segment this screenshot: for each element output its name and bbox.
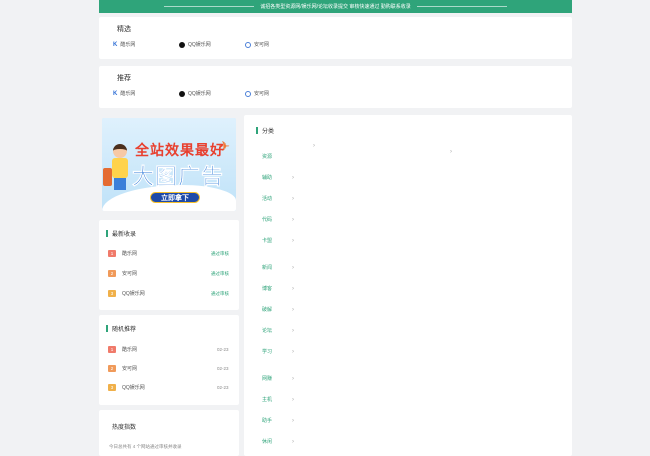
featured-title: 精选 (117, 26, 131, 33)
date-label: 02-23 (217, 347, 229, 352)
category-item[interactable]: 休闲 › (262, 438, 294, 446)
category-item[interactable]: 破解 › (262, 306, 294, 314)
list-item[interactable]: 2 安可网 (108, 365, 137, 372)
chevron-right-icon: › (292, 396, 294, 403)
list-item[interactable]: 1 酷乐网 (108, 346, 137, 353)
accent-bar (106, 230, 108, 237)
anke-logo-icon (245, 41, 251, 48)
category-label: 新闻 (262, 265, 273, 271)
chevron-right-icon: › (292, 237, 294, 244)
category-label: 活动 (262, 196, 273, 202)
category-label: 卡盟 (262, 238, 273, 244)
chevron-right-icon: › (292, 327, 294, 334)
category-item[interactable]: 辅助 › (262, 174, 294, 182)
list-item[interactable]: 3 QQ娱乐网 (108, 290, 145, 297)
hot-panel: 热度指数 今日总共有 4 个网站通过审核并收录 (99, 410, 239, 456)
latest-panel: 最新收录 1 酷乐网 通过审核 2 安可网 通过审核 3 QQ娱乐网 通过审核 (99, 220, 239, 310)
date-label: 02-23 (217, 385, 229, 390)
top-notice-bar: 诚招各类型资源网/娱乐网/论坛收录提交 审核快速通过 勤购联系收录 (99, 0, 572, 13)
list-item[interactable]: 3 QQ娱乐网 (108, 384, 145, 391)
recommend-panel: 推荐 K 酷乐网 QQ娱乐网 安可网 (99, 66, 572, 108)
category-item[interactable]: 网赚 › (262, 375, 294, 383)
category-label: 代码 (262, 217, 273, 223)
divider (164, 6, 255, 7)
category-header: 分类 (256, 126, 274, 135)
category-label: 资源 (262, 154, 273, 160)
category-item[interactable]: 助手 › (262, 417, 294, 425)
category-label: 休闲 (262, 439, 273, 445)
notice-text: 诚招各类型资源网/娱乐网/论坛收录提交 审核快速通过 勤购联系收录 (260, 4, 411, 10)
hot-summary: 今日总共有 4 个网站通过审核并收录 (109, 444, 182, 449)
chevron-right-icon: › (292, 216, 294, 223)
category-label: 辅助 (262, 175, 273, 181)
category-item[interactable]: 学习 › (262, 348, 294, 356)
category-item[interactable]: 资源 (262, 153, 272, 160)
category-item[interactable]: 卡盟 › (262, 237, 294, 245)
category-label: 论坛 (262, 328, 273, 334)
category-item[interactable]: 活动 › (262, 195, 294, 203)
category-label: 博客 (262, 286, 273, 292)
latest-header: 最新收录 (106, 229, 136, 238)
chevron-right-icon: › (450, 149, 452, 155)
chevron-right-icon: › (292, 285, 294, 292)
qq-logo-icon (179, 90, 185, 97)
hot-header: 热度指数 (106, 422, 136, 431)
k-logo-icon: K (113, 41, 118, 48)
featured-link-kule[interactable]: K 酷乐网 (113, 41, 135, 49)
ad-big-text: 大图广告 (132, 164, 225, 189)
status-badge: 通过审核 (211, 271, 229, 276)
category-item[interactable]: 论坛 › (262, 327, 294, 335)
category-item[interactable]: 博客 › (262, 285, 294, 293)
accent-bar (106, 325, 108, 332)
category-item[interactable]: 主机 › (262, 396, 294, 404)
recommend-link-qq[interactable]: QQ娱乐网 (179, 90, 211, 97)
chevron-right-icon: › (292, 195, 294, 202)
chevron-right-icon: › (292, 417, 294, 424)
featured-link-anke[interactable]: 安可网 (245, 41, 269, 48)
chevron-right-icon: › (292, 306, 294, 313)
k-logo-icon: K (113, 90, 118, 97)
divider (416, 6, 507, 7)
category-label: 助手 (262, 418, 273, 424)
recommend-title: 推荐 (117, 75, 131, 82)
qq-logo-icon (179, 41, 185, 48)
category-label: 学习 (262, 349, 273, 355)
accent-bar (256, 127, 258, 134)
featured-link-qq[interactable]: QQ娱乐网 (179, 41, 211, 48)
ad-cta-button[interactable]: 立即拿下 (150, 192, 200, 203)
list-item[interactable]: 2 安可网 (108, 270, 137, 277)
suitcase-icon (103, 168, 112, 186)
status-badge: 通过审核 (211, 291, 229, 296)
recommend-link-kule[interactable]: K 酷乐网 (113, 90, 135, 98)
chevron-right-icon: › (292, 264, 294, 271)
ad-headline: 全站效果最好 (135, 142, 225, 158)
category-label: 网赚 (262, 376, 273, 382)
category-item[interactable]: 新闻 › (262, 264, 294, 272)
ad-banner[interactable]: ✈ 全站效果最好 大图广告 立即拿下 (102, 118, 236, 211)
anke-logo-icon (245, 90, 251, 97)
accent-bar (106, 423, 108, 430)
chevron-right-icon: › (313, 143, 315, 149)
random-header: 随机推荐 (106, 324, 136, 333)
status-badge: 通过审核 (211, 251, 229, 256)
date-label: 02-23 (217, 366, 229, 371)
list-item[interactable]: 1 酷乐网 (108, 250, 137, 257)
recommend-link-anke[interactable]: 安可网 (245, 90, 269, 97)
chevron-right-icon: › (292, 375, 294, 382)
category-label: 破解 (262, 307, 273, 313)
category-item[interactable]: 代码 › (262, 216, 294, 224)
random-panel: 随机推荐 1 酷乐网 02-23 2 安可网 02-23 3 QQ娱乐网 02-… (99, 315, 239, 405)
featured-panel: 精选 K 酷乐网 QQ娱乐网 安可网 (99, 17, 572, 59)
chevron-right-icon: › (292, 438, 294, 445)
chevron-right-icon: › (292, 348, 294, 355)
chevron-right-icon: › (292, 174, 294, 181)
category-label: 主机 (262, 397, 273, 403)
